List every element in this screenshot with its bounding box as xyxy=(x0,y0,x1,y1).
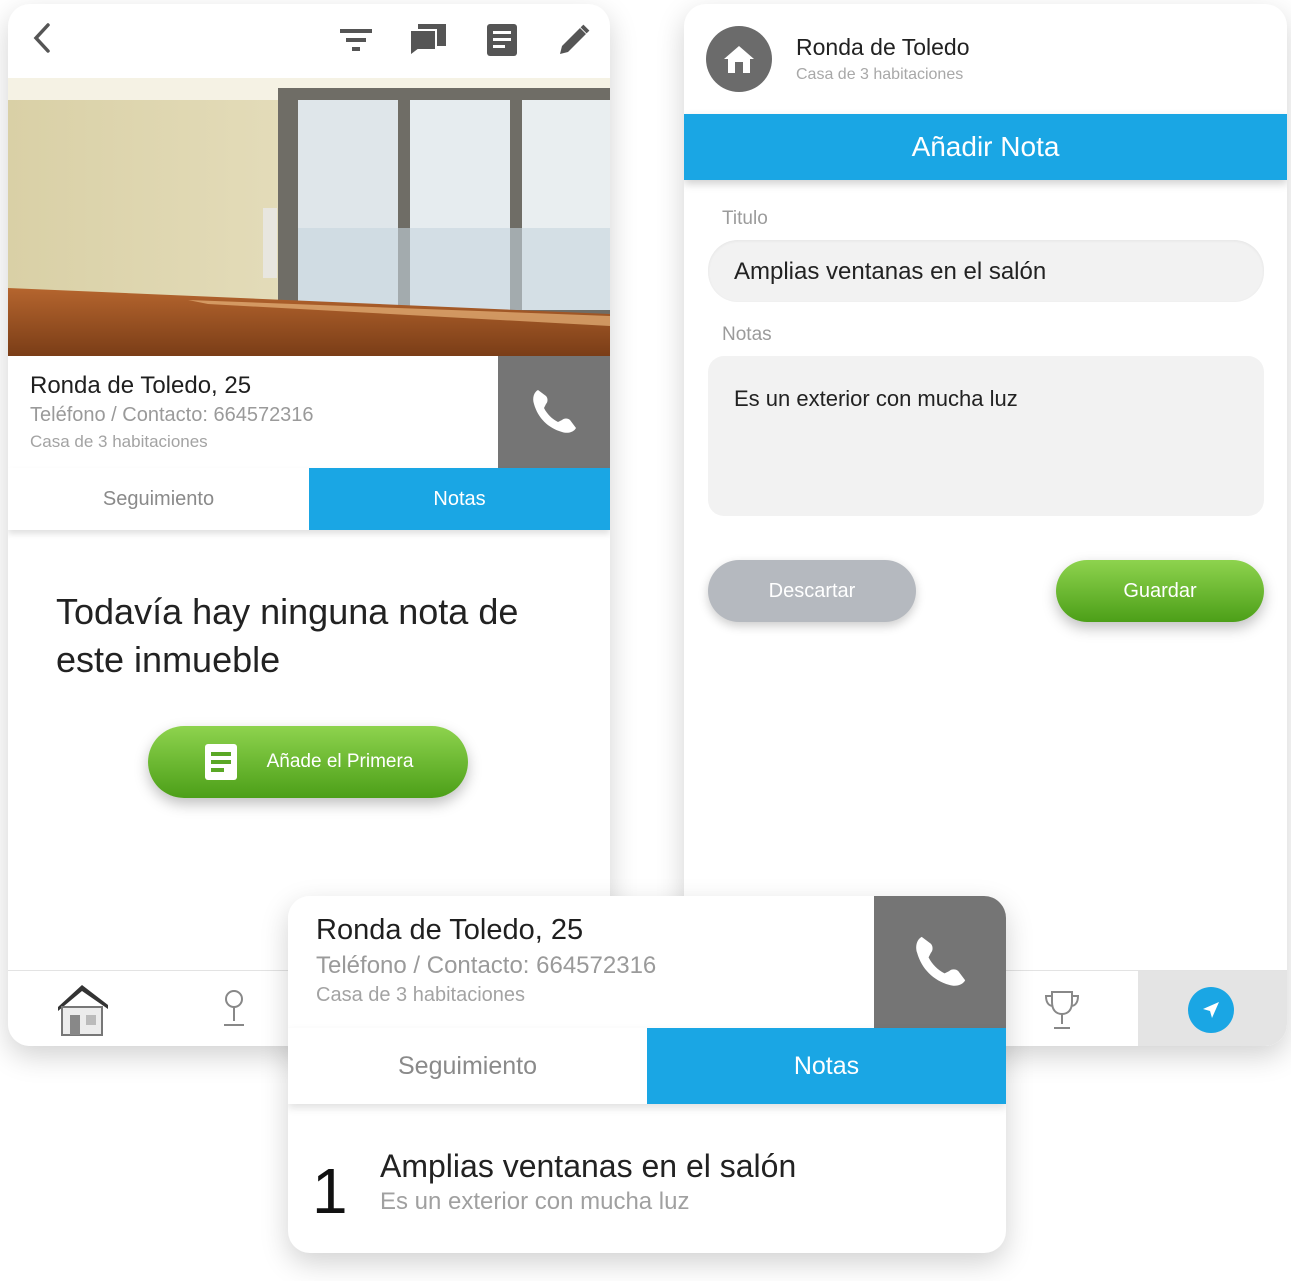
note-number: 1 xyxy=(312,1155,348,1227)
nav-person-icon[interactable] xyxy=(210,985,258,1033)
add-note-banner: Añadir Nota xyxy=(684,114,1287,180)
card-property-address: Ronda de Toledo, 25 xyxy=(316,914,584,946)
property-info: Ronda de Toledo, 25 Teléfono / Contacto:… xyxy=(8,356,498,468)
property-phone: Teléfono / Contacto: 664572316 xyxy=(30,404,314,426)
property-photo xyxy=(8,78,610,356)
notes-value: Es un exterior con mucha luz xyxy=(734,386,1018,411)
card-tab-notas[interactable]: Notas xyxy=(647,1028,1006,1104)
card-property-info: Ronda de Toledo, 25 Teléfono / Contacto:… xyxy=(288,896,874,1028)
notes-icon[interactable] xyxy=(480,18,524,62)
chat-icon[interactable] xyxy=(406,18,450,62)
tab-notas[interactable]: Notas xyxy=(309,468,610,530)
note-title: Amplias ventanas en el salón xyxy=(380,1148,797,1184)
card-phone-icon xyxy=(916,936,966,986)
nav-navigate-tab[interactable] xyxy=(1138,971,1287,1046)
header-subtitle: Casa de 3 habitaciones xyxy=(796,66,964,83)
tab-seguimiento[interactable]: Seguimiento xyxy=(8,468,309,530)
empty-notes-message: Todavía hay ninguna nota de este inmuebl… xyxy=(56,591,519,680)
tab-bar: Seguimiento Notas xyxy=(8,468,610,530)
edit-icon[interactable] xyxy=(552,18,596,62)
trophy-icon[interactable] xyxy=(1034,985,1090,1035)
house-avatar xyxy=(706,26,772,92)
house-icon xyxy=(724,46,754,73)
title-label: Titulo xyxy=(722,208,768,229)
nav-home-icon[interactable] xyxy=(48,981,118,1037)
call-button[interactable] xyxy=(498,356,610,468)
discard-button[interactable]: Descartar xyxy=(708,560,916,622)
note-icon xyxy=(204,744,237,780)
notes-list-card: Ronda de Toledo, 25 Teléfono / Contacto:… xyxy=(288,896,1006,1253)
add-note-screen: Ronda de Toledo Casa de 3 habitaciones A… xyxy=(684,4,1287,1046)
add-first-note-label: Añade el Primera xyxy=(266,751,414,772)
notes-field[interactable]: Es un exterior con mucha luz xyxy=(708,356,1264,516)
header-title: Ronda de Toledo xyxy=(796,34,970,60)
card-call-button[interactable] xyxy=(874,896,1006,1028)
property-type: Casa de 3 habitaciones xyxy=(30,432,208,451)
card-tab-bar: Seguimiento Notas xyxy=(288,1028,1006,1104)
notes-label: Notas xyxy=(722,324,772,345)
note-body: Es un exterior con mucha luz xyxy=(380,1188,690,1215)
list-item[interactable]: 1 Amplias ventanas en el salón Es un ext… xyxy=(288,1104,1006,1253)
banner-title: Añadir Nota xyxy=(911,131,1060,162)
add-first-note-button[interactable]: Añade el Primera xyxy=(148,726,468,798)
property-address: Ronda de Toledo, 25 xyxy=(30,372,252,399)
card-property-phone: Teléfono / Contacto: 664572316 xyxy=(316,952,657,979)
card-tab-seguimiento[interactable]: Seguimiento xyxy=(288,1028,647,1104)
property-detail-screen: Ronda de Toledo, 25 Teléfono / Contacto:… xyxy=(8,4,610,1046)
title-value: Amplias ventanas en el salón xyxy=(734,258,1047,285)
save-button[interactable]: Guardar xyxy=(1056,560,1264,622)
card-property-type: Casa de 3 habitaciones xyxy=(316,984,526,1006)
phone-icon xyxy=(533,390,576,433)
title-field[interactable]: Amplias ventanas en el salón xyxy=(708,240,1264,302)
filter-icon[interactable] xyxy=(334,18,378,62)
back-icon[interactable] xyxy=(22,18,62,58)
navigation-icon xyxy=(1188,987,1234,1033)
